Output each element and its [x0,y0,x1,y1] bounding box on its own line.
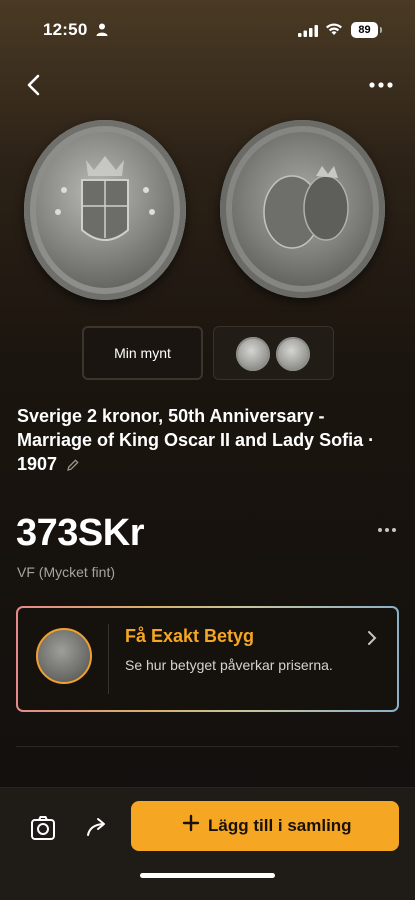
coin-reverse-image[interactable] [220,120,385,298]
thumbnail-my-coin-label: Min mynt [114,345,171,361]
camera-icon[interactable] [29,814,57,842]
signal-icon [298,25,318,37]
battery-tip [380,27,382,33]
plus-icon [182,814,200,832]
mini-coin-obverse [236,337,270,371]
coin-portraits-icon [263,166,349,249]
bottom-action-bar: Lägg till i samling [0,787,415,900]
wifi-icon [326,23,342,35]
more-options-button[interactable] [366,76,396,94]
coin-title-block: Sverige 2 kronor, 50th Anniversary - Mar… [17,404,397,476]
section-divider [16,746,399,747]
exact-grade-card-body: Få Exakt Betyg Se hur betyget påverkar p… [18,608,397,710]
status-bar: 12:50 89 [0,0,415,60]
coin-obverse-image[interactable] [24,120,186,300]
back-button[interactable] [22,72,48,98]
coin-shield-icon [55,156,155,241]
status-time: 12:50 [43,20,88,39]
grade-coin-image [36,628,92,684]
grade-divider [108,624,109,694]
chevron-right-icon [368,631,377,645]
add-to-collection-label: Lägg till i samling [208,816,352,835]
grade-card-title: Få Exakt Betyg [125,626,255,646]
grade-card-description: Se hur betyget påverkar priserna. [125,657,333,673]
person-icon [96,23,108,36]
coin-price: 373SKr [16,512,144,554]
share-icon[interactable] [83,813,111,841]
coin-grade: VF (Mycket fint) [17,564,116,580]
mini-coin-reverse [276,337,310,371]
pencil-icon[interactable] [66,458,80,472]
price-more-button[interactable] [376,523,398,537]
battery-indicator: 89 [351,22,378,38]
exact-grade-card[interactable]: Få Exakt Betyg Se hur betyget påverkar p… [16,606,399,712]
thumbnail-my-coin[interactable]: Min mynt [82,326,203,380]
add-to-collection-button[interactable]: Lägg till i samling [131,801,399,851]
thumbnail-catalog-coin[interactable] [213,326,334,380]
home-indicator [140,873,275,878]
